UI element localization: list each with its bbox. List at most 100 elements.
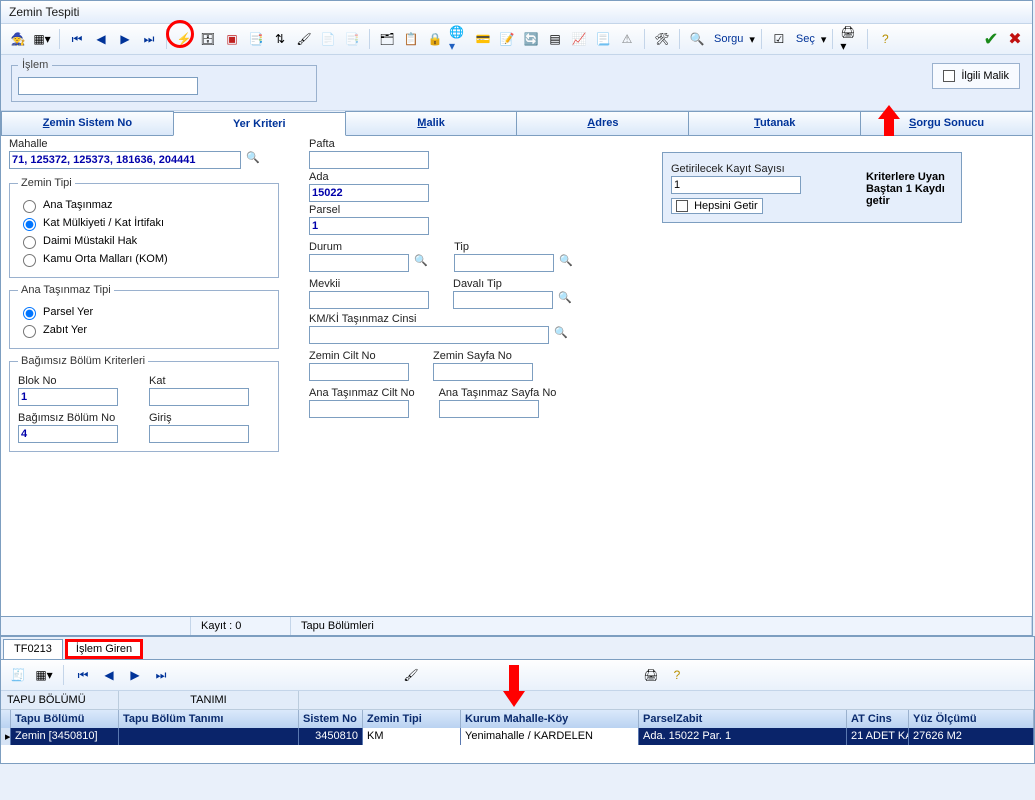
note-icon[interactable]: 📝: [496, 28, 518, 50]
mevkii-input[interactable]: [309, 291, 429, 309]
grid-row-1[interactable]: ▸ Zemin [3450810] 3450810 KM Yenimahalle…: [1, 728, 1034, 745]
mahalle-picker-icon[interactable]: 🔍: [244, 151, 262, 169]
help-icon[interactable]: ?: [874, 28, 896, 50]
globe-icon[interactable]: 🌐▾: [448, 28, 470, 50]
fetch-count-input[interactable]: [671, 176, 801, 194]
lower-tab-islem-giren[interactable]: İşlem Giren: [65, 639, 143, 659]
refresh-icon[interactable]: 🔄: [520, 28, 542, 50]
radio-kamu-orta[interactable]: [23, 254, 36, 267]
hepsini-getir-button[interactable]: Hepsini Getir: [671, 198, 763, 214]
kmki-picker-icon[interactable]: 🔍: [552, 326, 570, 344]
davali-picker-icon[interactable]: 🔍: [556, 291, 574, 309]
tools-icon[interactable]: 🛠: [651, 28, 673, 50]
radio-ana-tasinmaz[interactable]: [23, 200, 36, 213]
bb-no-input[interactable]: [18, 425, 118, 443]
radio-zabit-yer[interactable]: [23, 325, 36, 338]
wizard-icon[interactable]: 🧙: [7, 28, 29, 50]
lower-last-icon[interactable]: ⏭: [150, 664, 172, 686]
col-kurum[interactable]: Kurum Mahalle-Köy: [461, 710, 639, 728]
parsel-input[interactable]: [309, 217, 429, 235]
warn-icon[interactable]: ⚠: [616, 28, 638, 50]
grid-icon[interactable]: ▦▾: [31, 28, 53, 50]
lower-first-icon[interactable]: ⏮: [72, 664, 94, 686]
copy-icon[interactable]: 📑: [245, 28, 267, 50]
lower-tab-tf0213[interactable]: TF0213: [3, 639, 63, 659]
sorgu-label[interactable]: Sorgu: [710, 33, 747, 45]
lower-brush-icon[interactable]: 🖌: [400, 664, 422, 686]
ilgili-malik-checkbox[interactable]: [943, 70, 955, 82]
durum-input[interactable]: [309, 254, 409, 272]
prev-record-icon[interactable]: ◀: [90, 28, 112, 50]
page-icon[interactable]: 📃: [592, 28, 614, 50]
chart-icon[interactable]: 📈: [568, 28, 590, 50]
radio-parsel-yer[interactable]: [23, 307, 36, 320]
islem-fieldset: İşlem: [11, 59, 317, 102]
tip-input[interactable]: [454, 254, 554, 272]
tip-picker-icon[interactable]: 🔍: [557, 254, 575, 272]
sort-icon[interactable]: ⇅: [269, 28, 291, 50]
zemin-cilt-input[interactable]: [309, 363, 409, 381]
lock-icon[interactable]: 🔒: [424, 28, 446, 50]
box-icon[interactable]: ▣: [221, 28, 243, 50]
lower-prev-icon[interactable]: ◀: [98, 664, 120, 686]
cell-kurum: Yenimahalle / KARDELEN: [461, 728, 639, 745]
lower-next-icon[interactable]: ▶: [124, 664, 146, 686]
col-at-cins[interactable]: AT Cins: [847, 710, 909, 728]
mahalle-input[interactable]: [9, 151, 241, 169]
card-icon[interactable]: 💳: [472, 28, 494, 50]
brush-icon[interactable]: 🖌: [293, 28, 315, 50]
kmki-input[interactable]: [309, 326, 549, 344]
tab-malik[interactable]: Malik: [345, 111, 518, 135]
col-tapu-tanim[interactable]: Tapu Bölüm Tanımı: [119, 710, 299, 728]
fetch-line2: Baştan 1 Kaydı getir: [866, 183, 953, 207]
fetch-line1: Kriterlere Uyan: [866, 171, 953, 183]
lower-grid-icon[interactable]: ▦▾: [33, 664, 55, 686]
tab-zemin-sistem-no[interactable]: Zemin Sistem No: [1, 111, 174, 135]
next-record-icon[interactable]: ▶: [114, 28, 136, 50]
blok-no-input[interactable]: [18, 388, 118, 406]
print-icon[interactable]: 🖨▾: [839, 28, 861, 50]
select-icon[interactable]: ☑: [768, 28, 790, 50]
lower-help-icon[interactable]: ?: [666, 664, 688, 686]
lightning-icon[interactable]: ⚡: [173, 28, 195, 50]
main-tabs: Zemin Sistem No Yer Kriteri Malik Adres …: [1, 111, 1032, 136]
tab-adres[interactable]: Adres: [516, 111, 689, 135]
radio-daimi-mustakil[interactable]: [23, 236, 36, 249]
sec-label[interactable]: Seç: [792, 33, 819, 45]
durum-picker-icon[interactable]: 🔍: [412, 254, 430, 272]
list-icon[interactable]: 📋: [400, 28, 422, 50]
pafta-input[interactable]: [309, 151, 429, 169]
ada-input[interactable]: [309, 184, 429, 202]
tree-icon[interactable]: 🗂: [376, 28, 398, 50]
tab-tutanak[interactable]: Tutanak: [688, 111, 861, 135]
doc-icon[interactable]: 📄: [317, 28, 339, 50]
lower-print-icon[interactable]: 🖨: [640, 664, 662, 686]
lower-wizard-icon[interactable]: 🧾: [7, 664, 29, 686]
docs-icon[interactable]: 📑: [341, 28, 363, 50]
at-sayfa-input[interactable]: [439, 400, 539, 418]
hepsini-checkbox[interactable]: [676, 200, 688, 212]
giris-input[interactable]: [149, 425, 249, 443]
query-icon[interactable]: 🔍: [686, 28, 708, 50]
cell-at-cins: 21 ADET KA: [847, 728, 909, 745]
col-parsel-zabit[interactable]: ParselZabit: [639, 710, 847, 728]
islem-input[interactable]: [18, 77, 198, 95]
ok-icon[interactable]: ✔: [980, 28, 1002, 50]
col-zemin-tipi[interactable]: Zemin Tipi: [363, 710, 461, 728]
col-tapu-bolumu[interactable]: Tapu Bölümü: [11, 710, 119, 728]
cancel-icon[interactable]: ✖: [1004, 28, 1026, 50]
col-yuz[interactable]: Yüz Ölçümü: [909, 710, 1034, 728]
ilgili-malik-box[interactable]: İlgili Malik: [932, 63, 1020, 89]
davali-input[interactable]: [453, 291, 553, 309]
last-record-icon[interactable]: ⏭: [138, 28, 160, 50]
at-cilt-input[interactable]: [309, 400, 409, 418]
col-sistem-no[interactable]: Sistem No: [299, 710, 363, 728]
kat-input[interactable]: [149, 388, 249, 406]
tab-sorgu-sonucu[interactable]: Sorgu Sonucu: [860, 111, 1033, 135]
first-record-icon[interactable]: ⏮: [66, 28, 88, 50]
tab-yer-kriteri[interactable]: Yer Kriteri: [173, 112, 346, 136]
radio-kat-mulkiyeti[interactable]: [23, 218, 36, 231]
table-icon[interactable]: ▤: [544, 28, 566, 50]
db-icon[interactable]: 🗄: [197, 28, 219, 50]
zemin-sayfa-input[interactable]: [433, 363, 533, 381]
